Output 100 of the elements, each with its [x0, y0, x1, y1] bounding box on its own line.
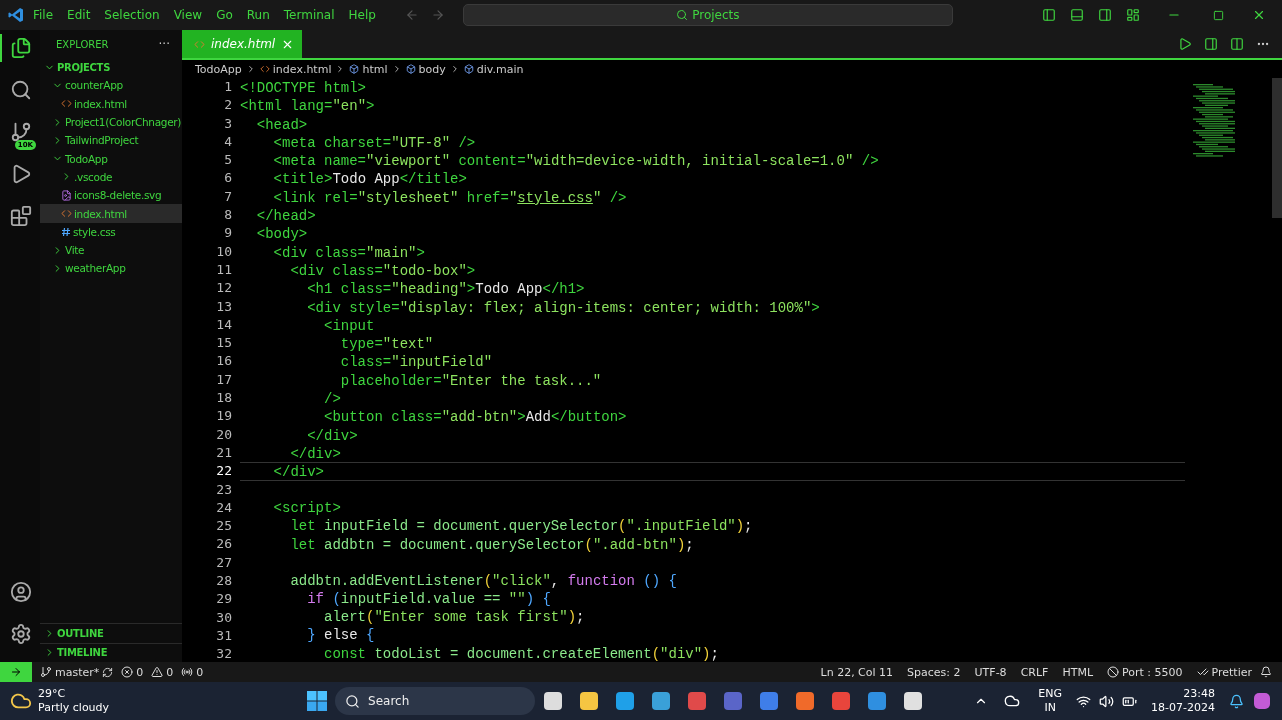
toggle-sidebar-icon[interactable] — [1042, 8, 1056, 22]
maximize-icon[interactable] — [1213, 9, 1224, 21]
run-icon[interactable] — [1178, 37, 1192, 51]
tree-entry[interactable]: style.css — [40, 222, 182, 241]
code-line: class="inputField" — [339, 353, 494, 371]
line-number: 22 — [216, 462, 232, 481]
tree-folder[interactable]: Project1(ColorChnager) — [40, 112, 182, 132]
tree-entry[interactable]: index.html — [40, 94, 182, 113]
tree-entry[interactable]: index.html — [40, 204, 182, 223]
menu-item[interactable]: Terminal — [278, 6, 340, 24]
breadcrumb[interactable]: TodoApp — [195, 62, 242, 76]
status-item[interactable]: 0 — [151, 665, 174, 679]
line-number: 12 — [216, 279, 232, 298]
tree-folder[interactable]: TailwindProject — [40, 131, 182, 150]
status-item[interactable]: Prettier — [1196, 665, 1252, 679]
weather-summary: Partly cloudy — [38, 701, 110, 715]
search-icon[interactable] — [10, 79, 32, 101]
menu-item[interactable]: Run — [241, 6, 275, 24]
app-icon[interactable] — [650, 690, 673, 712]
status-item[interactable]: HTML — [1062, 665, 1094, 679]
bell-icon[interactable] — [1260, 666, 1272, 678]
line-number: 20 — [216, 425, 232, 444]
app-icon[interactable] — [578, 690, 601, 712]
cube-icon — [349, 64, 360, 74]
tree-folder[interactable]: weatherApp — [40, 259, 182, 278]
status-item[interactable]: 0 — [121, 665, 144, 679]
wifi-icon[interactable] — [1076, 693, 1092, 709]
code-line: if (inputField.value == "") { — [306, 589, 552, 608]
app-icon[interactable] — [902, 690, 925, 712]
breadcrumb[interactable]: html — [349, 62, 388, 76]
close-icon[interactable] — [1252, 8, 1266, 22]
html-file-icon — [259, 64, 270, 74]
status-item[interactable]: Ln 22, Col 11 — [820, 665, 894, 679]
code-line: <script> — [272, 499, 342, 517]
clock-time[interactable]: 23:48 — [1183, 687, 1215, 701]
layout-icon[interactable] — [1126, 8, 1140, 22]
more-actions[interactable]: ··· — [158, 37, 170, 51]
tree-folder[interactable]: counterApp — [40, 76, 182, 95]
app-icon[interactable] — [542, 690, 565, 712]
line-number: 32 — [216, 645, 232, 662]
toggle-panel-icon[interactable] — [1070, 8, 1084, 22]
status-item[interactable]: master* — [40, 665, 114, 679]
error-icon — [121, 666, 134, 678]
status-item[interactable]: UTF-8 — [974, 665, 1007, 679]
tree-entry[interactable]: icons8-delete.svg — [40, 186, 182, 205]
status-item[interactable]: Port : 5500 — [1107, 665, 1183, 679]
code-line: const todoList = document.createElement("div"); — [323, 644, 720, 662]
split-editor-icon[interactable] — [1230, 37, 1244, 51]
status-item[interactable]: 0 — [181, 665, 204, 679]
line-number: 26 — [216, 535, 232, 554]
preview-icon[interactable] — [1204, 37, 1218, 51]
copilot-icon[interactable] — [1252, 691, 1272, 711]
code-line: <meta name="viewport" content="width=device-width, initial-scale=1.0" /> — [272, 152, 880, 170]
remote-button[interactable] — [0, 662, 32, 682]
menu-item[interactable]: Selection — [99, 6, 165, 24]
code-line: <h1 class="heading">Todo App</h1> — [306, 280, 586, 298]
tree-folder[interactable]: TodoApp — [40, 149, 182, 168]
menu-item[interactable]: Go — [211, 6, 238, 24]
breadcrumb[interactable]: div.main — [463, 62, 524, 76]
code-line: <button class="add-btn">Add</button> — [323, 408, 628, 426]
breadcrumb[interactable]: index.html — [259, 62, 332, 76]
status-item[interactable]: Spaces: 2 — [907, 665, 961, 679]
language-code[interactable]: ENG — [1038, 687, 1063, 701]
extensions-icon[interactable] — [10, 205, 32, 227]
scrollbar[interactable] — [1272, 78, 1282, 218]
command-center-field[interactable]: Projects — [462, 4, 953, 26]
tree-folder[interactable]: Vite — [40, 240, 182, 260]
menu-item[interactable]: View — [168, 6, 208, 24]
code-line: <link rel="stylesheet" href="style.css" /> — [272, 188, 628, 207]
status-item[interactable]: CRLF — [1020, 665, 1049, 679]
volume-icon[interactable] — [1099, 693, 1115, 709]
line-number: 13 — [216, 297, 232, 316]
taskbar-search-field[interactable]: Search — [335, 687, 536, 715]
menu-item[interactable]: Edit — [62, 6, 96, 24]
branch-icon — [40, 666, 52, 678]
app-icon[interactable] — [794, 690, 817, 712]
antenna-icon — [181, 666, 194, 678]
workspace-header[interactable]: PROJECTS — [40, 58, 182, 77]
menu-item[interactable]: Help — [343, 6, 381, 24]
cloud-icon[interactable] — [1004, 693, 1021, 709]
account-icon[interactable] — [10, 581, 32, 603]
menu-item[interactable]: File — [28, 6, 59, 24]
code-line: </div> — [306, 426, 359, 444]
bell-icon[interactable] — [1229, 693, 1244, 709]
start-icon[interactable] — [307, 691, 328, 711]
arrow-icon — [10, 666, 22, 678]
app-icon[interactable] — [614, 690, 637, 712]
settings-icon[interactable] — [10, 623, 32, 645]
warning-icon — [151, 666, 164, 678]
files-icon[interactable] — [10, 37, 32, 59]
code-line: <html lang="en"> — [240, 97, 376, 115]
breadcrumb[interactable]: body — [405, 62, 446, 76]
tree-folder[interactable]: .vscode — [40, 167, 182, 187]
toggle-secondary-sidebar-icon[interactable] — [1098, 8, 1112, 22]
sync-icon[interactable] — [102, 666, 114, 678]
source-control-icon[interactable] — [10, 121, 32, 143]
clock-date[interactable]: 18-07-2024 — [1151, 701, 1215, 715]
line-number: 19 — [216, 407, 232, 426]
region-code[interactable]: IN — [1044, 701, 1056, 715]
line-number: 21 — [216, 443, 232, 462]
